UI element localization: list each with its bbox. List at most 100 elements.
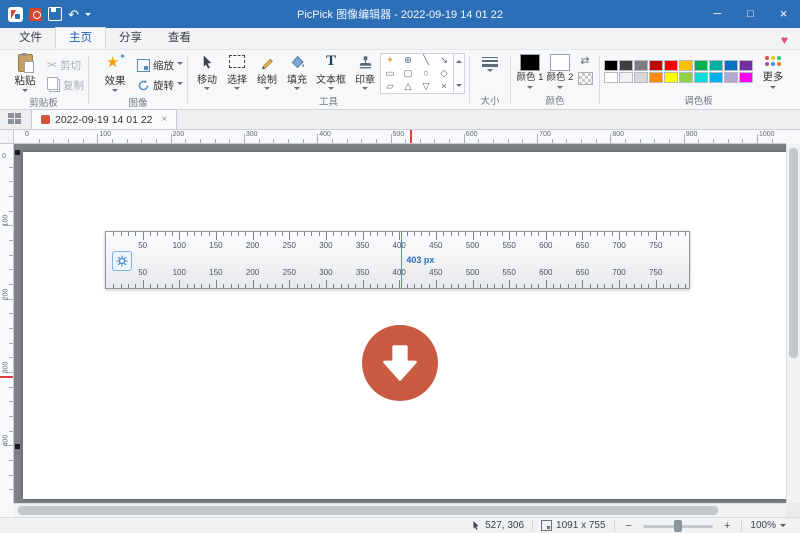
zoom-in-button[interactable]: + [721,519,733,533]
color2-button[interactable]: 颜色 2 [545,51,575,92]
palette-swatch[interactable] [724,72,738,83]
line-shape[interactable]: ╲ [417,54,435,67]
zoom-out-button[interactable]: − [623,519,635,533]
tab-home[interactable]: 主页 [55,27,106,49]
crosshair-shape[interactable]: ⊕ [399,54,417,67]
picpick-logo-icon[interactable] [8,7,23,22]
ellipse-shape[interactable]: ○ [417,67,435,80]
palette-swatch[interactable] [709,72,723,83]
maximize-button[interactable]: □ [734,0,767,28]
color1-label: 颜色 1 [516,73,544,84]
ruler-tool-tick [201,284,202,288]
palette-swatch[interactable] [679,72,693,83]
star-shape[interactable]: ✦ [381,54,399,67]
horizontal-scrollbar[interactable] [14,503,786,517]
ruler-tool-number: 50 [134,268,152,277]
palette-swatch[interactable] [604,60,618,71]
resize-button[interactable]: 缩放 [137,57,183,73]
triangle-shape[interactable]: △ [399,80,417,93]
ruler-tick [9,401,13,402]
zoom-slider-thumb[interactable] [674,520,682,532]
zoom-level[interactable]: 100% [750,520,786,531]
horizontal-scrollbar-thumb[interactable] [18,506,718,515]
ruler-tick [508,139,509,143]
ruler-tool-tick [179,280,180,288]
parallelogram-shape[interactable]: ▱ [381,80,399,93]
diamond-shape[interactable]: ◇ [435,67,453,80]
ruler-tool-tick [524,284,525,288]
minimize-button[interactable]: ─ [701,0,734,28]
heart-icon[interactable]: ♥ [781,33,788,47]
rotate-button[interactable]: 旋转 [137,77,183,93]
ruler-label: 200 [173,131,185,138]
ruler-tool-tick [333,232,334,236]
close-button[interactable]: × [767,0,800,28]
window-grid-icon[interactable] [8,113,23,126]
textbox-tool-button[interactable]: T 文本框 [312,51,350,93]
palette-swatch[interactable] [739,60,753,71]
cross-shape[interactable]: × [435,80,453,93]
palette-swatch[interactable] [664,60,678,71]
ruler-tick [420,139,421,143]
palette-swatch[interactable] [724,60,738,71]
select-tool-button[interactable]: 选择 [222,51,252,93]
down-triangle-shape[interactable]: ▽ [417,80,435,93]
palette-swatch[interactable] [604,72,618,83]
canvas-viewport[interactable]: 403 px 505010010015015020020025025030030… [14,144,786,503]
ruler-tool-tick [641,284,642,288]
copy-button[interactable]: 复制 [47,77,84,93]
vertical-scrollbar[interactable] [786,144,800,503]
resize-handle[interactable] [15,444,20,449]
cut-button[interactable]: ✂ 剪切 [47,57,84,73]
stamp-tool-button[interactable]: 印章 [350,51,380,93]
swap-colors-icon[interactable]: ⇄ [580,56,589,67]
scroll-down-icon[interactable] [456,84,462,90]
zoom-slider[interactable] [643,519,713,533]
capture-icon[interactable] [29,8,42,21]
draw-label: 绘制 [257,71,277,86]
palette-swatch[interactable] [634,60,648,71]
palette-swatch[interactable] [664,72,678,83]
paste-button[interactable]: 粘贴 [3,51,47,95]
draw-tool-button[interactable]: 绘制 [252,51,282,93]
rounded-rectangle-shape[interactable]: ▢ [399,67,417,80]
palette-swatch[interactable] [739,72,753,83]
vertical-scrollbar-thumb[interactable] [789,148,798,358]
palette-swatch[interactable] [679,60,693,71]
canvas-page[interactable]: 403 px 505010010015015020020025025030030… [23,152,786,499]
palette-swatch[interactable] [694,60,708,71]
palette-swatch[interactable] [619,72,633,83]
color1-button[interactable]: 颜色 1 [515,51,545,92]
ruler-tick [9,284,13,285]
palette-swatch[interactable] [694,72,708,83]
resize-handle[interactable] [15,150,20,155]
transparency-icon[interactable] [578,72,593,85]
save-icon[interactable] [48,7,62,21]
ruler-tool-number: 100 [170,268,188,277]
tab-view[interactable]: 查看 [155,28,204,49]
scroll-up-icon[interactable] [456,57,462,63]
arrow-shape[interactable]: ↘ [435,54,453,67]
ruler-tool-tick [663,284,664,288]
palette-swatch[interactable] [649,60,663,71]
ruler-tick [376,139,377,143]
tab-file[interactable]: 文件 [6,28,55,49]
tab-close-icon[interactable]: × [162,114,168,125]
palette-swatch[interactable] [709,60,723,71]
measure-label: 403 px [406,255,434,265]
move-tool-button[interactable]: 移动 [192,51,222,93]
palette-swatch[interactable] [619,60,633,71]
line-size-button[interactable] [474,51,506,75]
effects-button[interactable]: ★ ✦ 效果 [93,51,137,95]
ruler-label: 400 [319,131,331,138]
palette-swatch[interactable] [634,72,648,83]
tab-share[interactable]: 分享 [106,28,155,49]
rectangle-shape[interactable]: ▭ [381,67,399,80]
shape-gallery-scroll[interactable] [454,53,465,94]
more-colors-button[interactable]: 更多 [753,51,793,92]
quick-access-chevron-icon[interactable] [85,13,91,19]
undo-icon[interactable]: ↶ [68,8,79,21]
palette-swatch[interactable] [649,72,663,83]
fill-tool-button[interactable]: 填充 [282,51,312,93]
document-tab[interactable]: 2022-09-19 14 01 22 × [31,109,177,129]
